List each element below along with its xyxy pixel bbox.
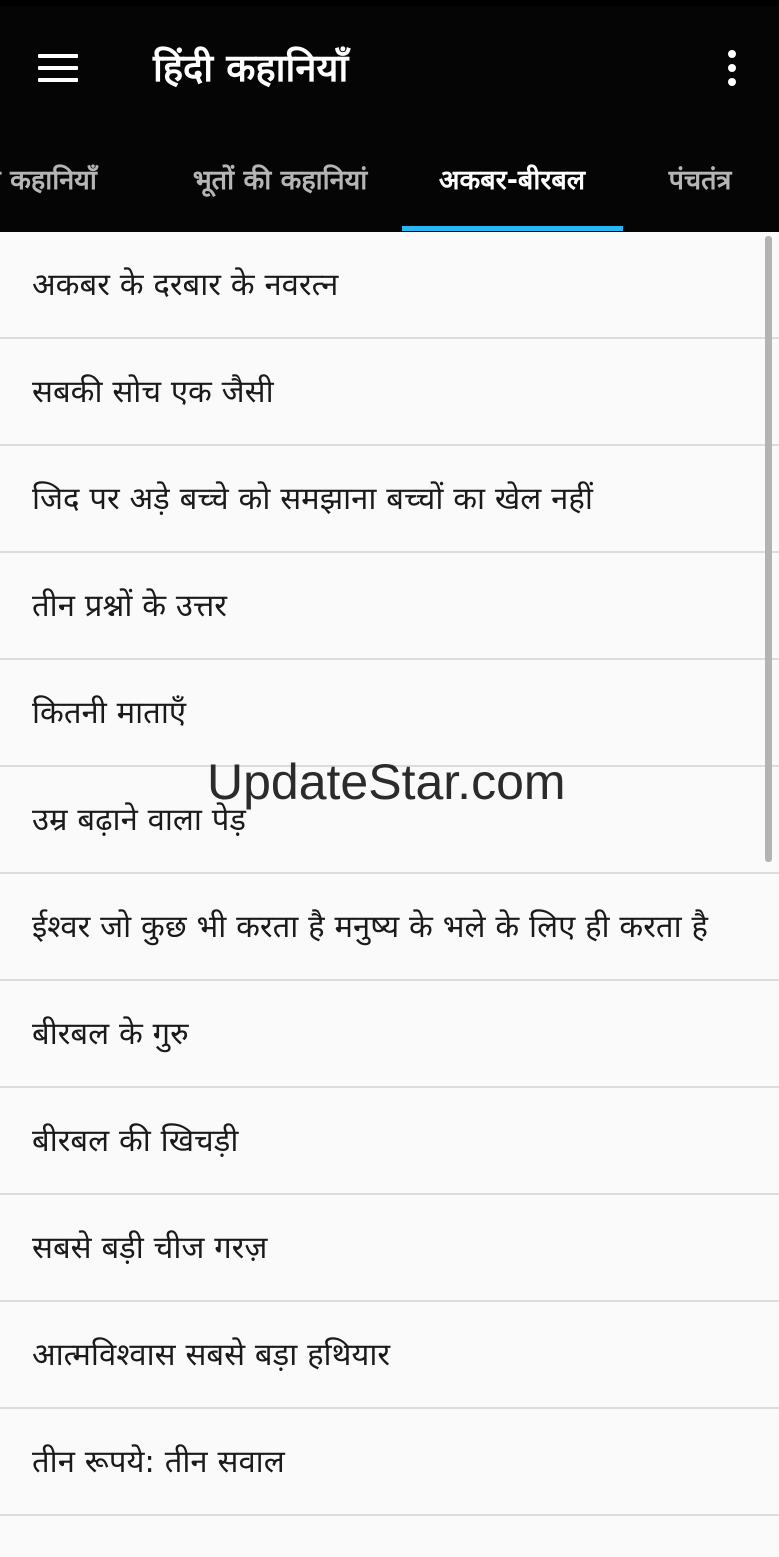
tab-ghost-stories[interactable]: भूतों की कहानियां bbox=[168, 150, 392, 212]
list-item[interactable]: तीन रूपये: तीन सवाल bbox=[0, 1409, 779, 1516]
list-item[interactable]: ईश्वर जो कुछ भी करता है मनुष्य के भले के… bbox=[0, 874, 779, 981]
hamburger-menu-icon bbox=[38, 54, 78, 82]
list-item[interactable]: जिद पर अड़े बच्चे को समझाना बच्चों का खे… bbox=[0, 446, 779, 553]
story-list[interactable]: अकबर के दरबार के नवरत्न सबकी सोच एक जैसी… bbox=[0, 232, 779, 1516]
list-scrollbar[interactable] bbox=[765, 236, 772, 862]
overflow-menu-button[interactable] bbox=[706, 40, 758, 96]
story-title: उम्र बढ़ाने वाला पेड़ bbox=[32, 801, 246, 838]
list-item[interactable]: बीरबल की खिचड़ी bbox=[0, 1088, 779, 1195]
tab-akbar-birbal[interactable]: अकबर-बीरबल bbox=[402, 150, 622, 212]
story-title: बीरबल की खिचड़ी bbox=[32, 1122, 239, 1159]
app-bar: हिंदी कहानियाँ क कहानियाँ भूतों की कहानि… bbox=[0, 0, 779, 232]
list-item[interactable]: बीरबल के गुरु bbox=[0, 981, 779, 1088]
list-item[interactable]: आत्मविश्वास सबसे बड़ा हथियार bbox=[0, 1302, 779, 1409]
list-item[interactable]: अकबर के दरबार के नवरत्न bbox=[0, 232, 779, 339]
story-title: ईश्वर जो कुछ भी करता है मनुष्य के भले के… bbox=[32, 908, 708, 945]
app-screen: हिंदी कहानियाँ क कहानियाँ भूतों की कहानि… bbox=[0, 0, 779, 1557]
story-title: सबकी सोच एक जैसी bbox=[32, 373, 274, 410]
story-title: सबसे बड़ी चीज गरज़ bbox=[32, 1229, 268, 1266]
tab-panchatantra[interactable]: पंचतंत्र bbox=[640, 150, 760, 212]
tab-stories[interactable]: क कहानियाँ bbox=[0, 150, 140, 212]
story-title: जिद पर अड़े बच्चे को समझाना बच्चों का खे… bbox=[32, 480, 593, 517]
story-title: कितनी माताएँ bbox=[32, 694, 187, 731]
list-item[interactable]: सबसे बड़ी चीज गरज़ bbox=[0, 1195, 779, 1302]
more-vert-icon bbox=[728, 50, 736, 86]
status-strip bbox=[0, 0, 779, 6]
active-tab-indicator bbox=[402, 226, 623, 231]
story-title: आत्मविश्वास सबसे बड़ा हथियार bbox=[32, 1336, 391, 1373]
story-title: बीरबल के गुरु bbox=[32, 1015, 189, 1052]
app-title: हिंदी कहानियाँ bbox=[153, 46, 349, 90]
story-title: तीन प्रश्नों के उत्तर bbox=[32, 587, 227, 624]
list-item[interactable]: उम्र बढ़ाने वाला पेड़ bbox=[0, 767, 779, 874]
list-item[interactable]: सबकी सोच एक जैसी bbox=[0, 339, 779, 446]
list-item[interactable]: तीन प्रश्नों के उत्तर bbox=[0, 553, 779, 660]
story-title: तीन रूपये: तीन सवाल bbox=[32, 1443, 285, 1480]
menu-button[interactable] bbox=[26, 36, 90, 100]
list-item[interactable]: कितनी माताएँ bbox=[0, 660, 779, 767]
story-title: अकबर के दरबार के नवरत्न bbox=[32, 266, 339, 303]
